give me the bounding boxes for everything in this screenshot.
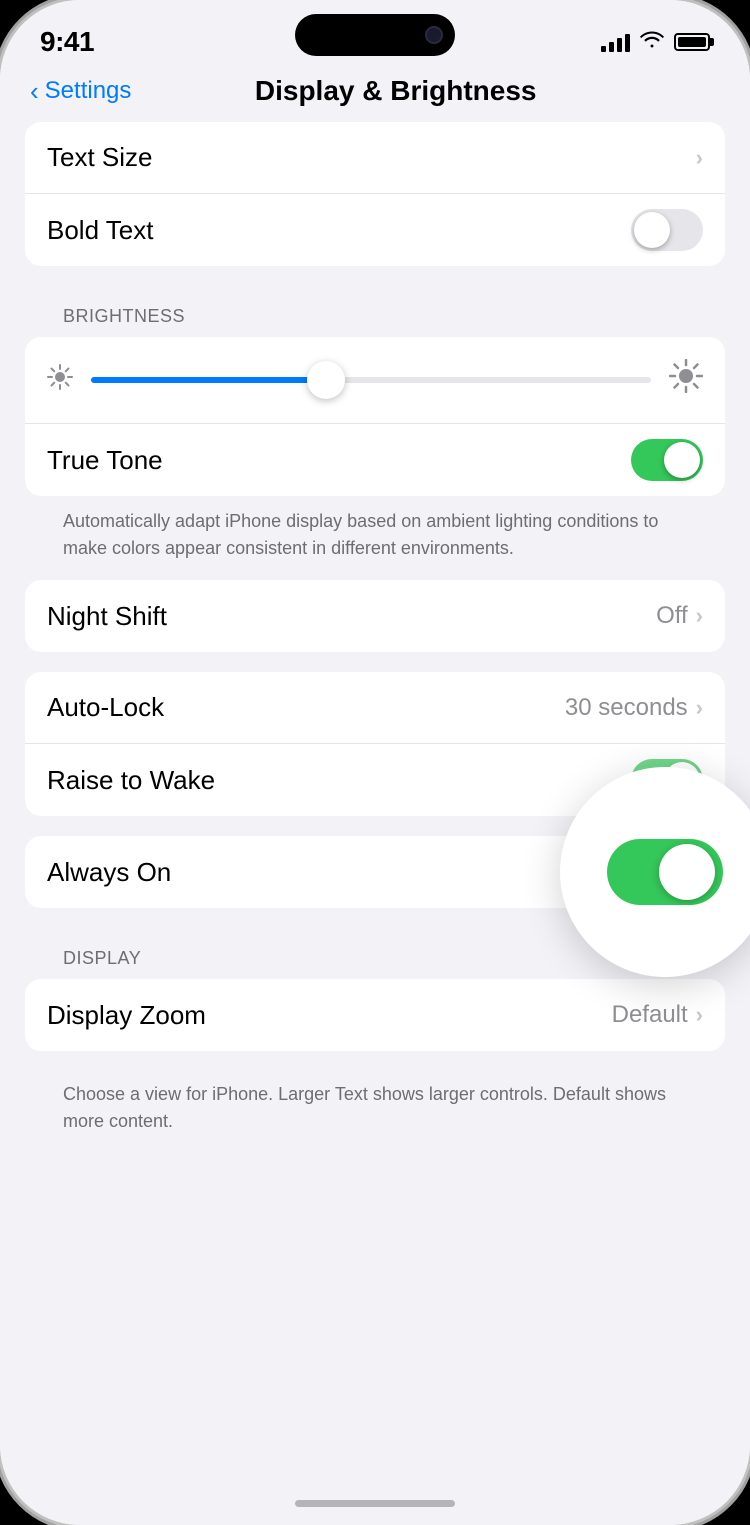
true-tone-label: True Tone	[47, 445, 163, 476]
magnified-always-on-toggle[interactable]	[607, 839, 723, 905]
wifi-icon	[640, 30, 664, 54]
bold-text-toggle[interactable]	[631, 209, 703, 251]
true-tone-toggle[interactable]	[631, 439, 703, 481]
sun-large-icon	[669, 359, 703, 401]
display-zoom-group: Display Zoom Default ›	[25, 979, 725, 1051]
brightness-group: True Tone	[25, 337, 725, 496]
dynamic-island	[295, 14, 455, 56]
phone-screen: 9:41	[0, 0, 750, 1525]
night-shift-label: Night Shift	[47, 601, 167, 632]
auto-lock-value: 30 seconds	[565, 694, 688, 722]
display-zoom-footer: Choose a view for iPhone. Larger Text sh…	[25, 1071, 725, 1155]
auto-lock-chevron-icon: ›	[696, 695, 703, 721]
raise-to-wake-label: Raise to Wake	[47, 765, 215, 796]
always-on-group: Always On	[25, 836, 725, 908]
magnified-toggle-knob	[659, 844, 715, 900]
true-tone-row[interactable]: True Tone	[25, 424, 725, 496]
settings-content: Text Size › Bold Text BRIGHTNESS	[0, 122, 750, 1155]
brightness-slider-thumb[interactable]	[307, 361, 345, 399]
display-zoom-label: Display Zoom	[47, 1000, 206, 1031]
sun-small-icon	[47, 364, 73, 397]
brightness-section-header: BRIGHTNESS	[25, 286, 725, 337]
bold-text-row[interactable]: Bold Text	[25, 194, 725, 266]
text-size-label: Text Size	[47, 142, 153, 173]
nav-header: ‹ Settings Display & Brightness	[0, 65, 750, 122]
back-chevron-icon: ‹	[30, 76, 39, 107]
brightness-slider-fill	[91, 377, 326, 383]
camera-dot	[425, 26, 443, 44]
status-time: 9:41	[40, 26, 94, 58]
night-shift-group: Night Shift Off ›	[25, 580, 725, 652]
night-shift-chevron-icon: ›	[696, 603, 703, 629]
status-icons	[601, 30, 710, 54]
bold-text-label: Bold Text	[47, 215, 153, 246]
phone-frame: 9:41	[0, 0, 750, 1525]
page-title: Display & Brightness	[71, 75, 720, 107]
always-on-label: Always On	[47, 857, 171, 888]
battery-icon	[674, 33, 710, 51]
display-zoom-value: Default	[612, 1001, 688, 1029]
night-shift-row[interactable]: Night Shift Off ›	[25, 580, 725, 652]
always-on-row[interactable]: Always On	[25, 836, 725, 908]
text-size-row[interactable]: Text Size ›	[25, 122, 725, 194]
night-shift-value: Off	[656, 602, 688, 630]
brightness-slider-track[interactable]	[91, 377, 651, 383]
brightness-slider-row[interactable]	[25, 337, 725, 424]
text-size-chevron-icon: ›	[696, 145, 703, 171]
auto-lock-row[interactable]: Auto-Lock 30 seconds ›	[25, 672, 725, 744]
true-tone-footer: Automatically adapt iPhone display based…	[25, 502, 725, 580]
auto-lock-label: Auto-Lock	[47, 692, 164, 723]
home-indicator	[295, 1500, 455, 1507]
status-bar: 9:41	[0, 0, 750, 65]
text-settings-group: Text Size › Bold Text	[25, 122, 725, 266]
signal-bars-icon	[601, 32, 630, 52]
display-zoom-row[interactable]: Display Zoom Default ›	[25, 979, 725, 1051]
display-zoom-chevron-icon: ›	[696, 1002, 703, 1028]
true-tone-toggle-knob	[664, 442, 700, 478]
bold-text-toggle-knob	[634, 212, 670, 248]
